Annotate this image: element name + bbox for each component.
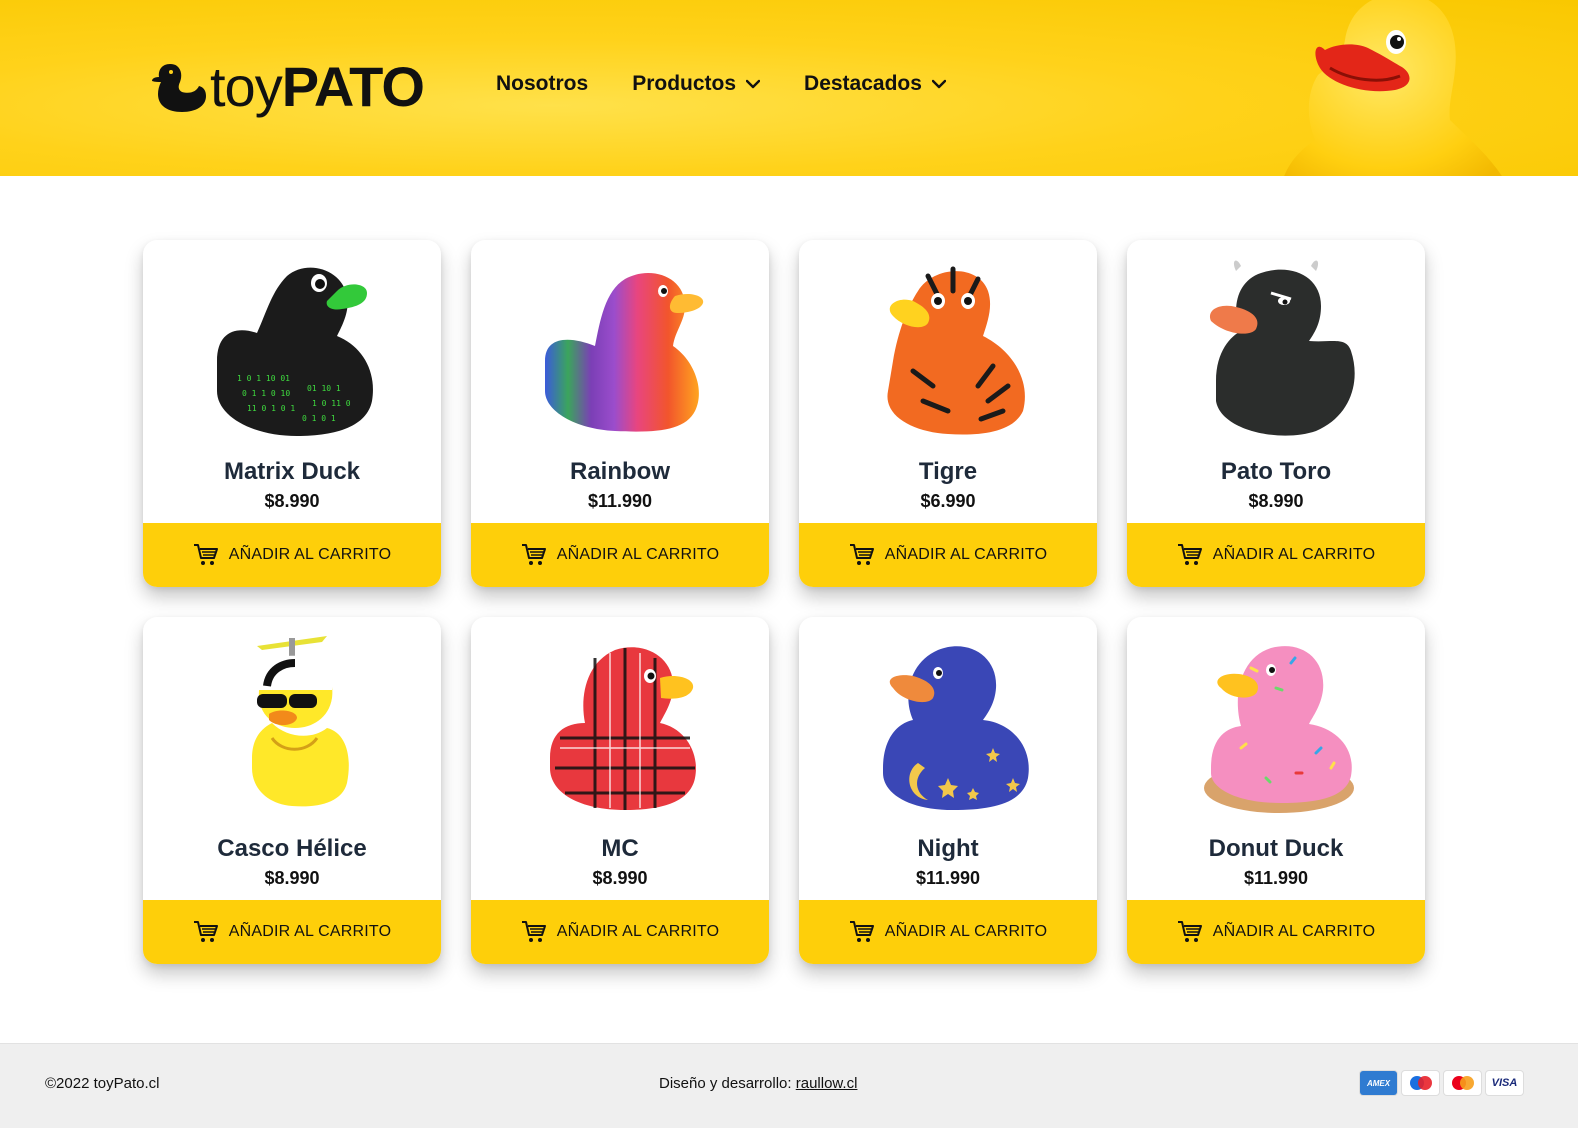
product-name[interactable]: Night bbox=[799, 835, 1097, 863]
add-to-cart-button[interactable]: AÑADIR AL CARRITO bbox=[799, 900, 1097, 964]
tiger-duck-icon bbox=[887, 266, 1025, 435]
product-price: $8.990 bbox=[1248, 491, 1304, 511]
svg-text:0 1 0 1: 0 1 0 1 bbox=[302, 414, 336, 423]
product-price: $11.990 bbox=[915, 868, 981, 888]
add-to-cart-button[interactable]: AÑADIR AL CARRITO bbox=[143, 523, 441, 587]
design-credit: Diseño y desarrollo: raullow.cl bbox=[659, 1075, 857, 1092]
site-footer: ©2022 toyPato.cl Diseño y desarrollo: ra… bbox=[0, 1043, 1578, 1128]
product-price: $6.990 bbox=[920, 491, 976, 511]
design-credit-link[interactable]: raullow.cl bbox=[796, 1075, 858, 1092]
svg-text:1 0 11 0: 1 0 11 0 bbox=[312, 399, 351, 408]
add-to-cart-button[interactable]: AÑADIR AL CARRITO bbox=[143, 900, 441, 964]
nav-item-destacados[interactable]: Destacados bbox=[804, 72, 946, 96]
product-card: Casco Hélice $8.990 AÑADIR AL CARRITO bbox=[143, 617, 441, 964]
product-price: $8.990 bbox=[264, 491, 320, 511]
cart-icon bbox=[193, 921, 218, 942]
hero-duck-image bbox=[1284, 0, 1502, 176]
product-image[interactable]: 1 0 1 10 01 0 1 1 0 10 11 0 1 0 1 01 10 1 … bbox=[143, 246, 441, 446]
visa-label: VISA bbox=[1491, 1077, 1518, 1089]
chevron-down-icon bbox=[746, 79, 761, 89]
main-nav: Nosotros Productos Destacados bbox=[496, 72, 990, 96]
duck-logo-icon bbox=[152, 64, 206, 112]
add-to-cart-button[interactable]: AÑADIR AL CARRITO bbox=[471, 900, 769, 964]
cart-icon bbox=[1177, 544, 1202, 565]
nav-item-label: Destacados bbox=[804, 72, 922, 95]
svg-text:01 10 1: 01 10 1 bbox=[307, 384, 341, 393]
product-card: Donut Duck $11.990 AÑADIR AL CARRITO bbox=[1127, 617, 1425, 964]
product-image[interactable] bbox=[799, 246, 1097, 446]
add-to-cart-label: AÑADIR AL CARRITO bbox=[228, 923, 392, 940]
product-name[interactable]: Donut Duck bbox=[1127, 835, 1425, 863]
product-name[interactable]: Tigre bbox=[799, 458, 1097, 486]
cart-icon bbox=[521, 921, 546, 942]
visa-icon: VISA bbox=[1486, 1071, 1523, 1095]
add-to-cart-label: AÑADIR AL CARRITO bbox=[1212, 923, 1376, 940]
cart-icon bbox=[849, 544, 874, 565]
amex-icon: AMEX bbox=[1360, 1071, 1397, 1095]
product-card: Pato Toro $8.990 AÑADIR AL CARRITO bbox=[1127, 240, 1425, 587]
cart-icon bbox=[1177, 921, 1202, 942]
nav-item-productos[interactable]: Productos bbox=[632, 72, 761, 96]
product-card: MC $8.990 AÑADIR AL CARRITO bbox=[471, 617, 769, 964]
helmet-duck-icon bbox=[252, 636, 349, 807]
product-name[interactable]: Rainbow bbox=[471, 458, 769, 486]
product-image[interactable] bbox=[1127, 246, 1425, 446]
design-credit-prefix: Diseño y desarrollo: bbox=[659, 1075, 796, 1092]
nav-item-nosotros[interactable]: Nosotros bbox=[496, 72, 588, 96]
add-to-cart-button[interactable]: AÑADIR AL CARRITO bbox=[799, 523, 1097, 587]
cart-icon bbox=[849, 921, 874, 942]
add-to-cart-button[interactable]: AÑADIR AL CARRITO bbox=[471, 523, 769, 587]
plaid-duck-icon bbox=[550, 647, 696, 810]
bull-duck-icon bbox=[1210, 260, 1355, 436]
product-grid: 1 0 1 10 01 0 1 1 0 10 11 0 1 0 1 01 10 1 … bbox=[143, 240, 1425, 964]
product-price: $11.990 bbox=[1243, 868, 1309, 888]
add-to-cart-label: AÑADIR AL CARRITO bbox=[884, 923, 1048, 940]
product-image[interactable] bbox=[143, 623, 441, 823]
product-name[interactable]: Matrix Duck bbox=[143, 458, 441, 486]
product-card: Rainbow $11.990 AÑADIR AL CARRITO bbox=[471, 240, 769, 587]
add-to-cart-button[interactable]: AÑADIR AL CARRITO bbox=[1127, 900, 1425, 964]
svg-text:0 1 1 0 10: 0 1 1 0 10 bbox=[242, 389, 290, 398]
product-image[interactable] bbox=[471, 623, 769, 823]
product-name[interactable]: Casco Hélice bbox=[143, 835, 441, 863]
donut-duck-icon bbox=[1204, 646, 1354, 813]
product-name[interactable]: Pato Toro bbox=[1127, 458, 1425, 486]
brand-name-bold: PATO bbox=[281, 55, 425, 118]
add-to-cart-label: AÑADIR AL CARRITO bbox=[556, 546, 720, 563]
svg-text:11 0 1 0 1: 11 0 1 0 1 bbox=[247, 404, 295, 413]
product-image[interactable] bbox=[799, 623, 1097, 823]
brand-logo[interactable]: toyPATO bbox=[152, 54, 425, 120]
product-card: 1 0 1 10 01 0 1 1 0 10 11 0 1 0 1 01 10 1 … bbox=[143, 240, 441, 587]
chevron-down-icon bbox=[931, 79, 946, 89]
maestro-icon bbox=[1402, 1071, 1439, 1095]
mastercard-icon bbox=[1444, 1071, 1481, 1095]
product-image[interactable] bbox=[1127, 623, 1425, 823]
brand-name-thin: toy bbox=[210, 55, 283, 118]
nav-item-label: Productos bbox=[632, 72, 737, 95]
product-card: Night $11.990 AÑADIR AL CARRITO bbox=[799, 617, 1097, 964]
add-to-cart-label: AÑADIR AL CARRITO bbox=[884, 546, 1048, 563]
site-header: toyPATO Nosotros Productos Destacados bbox=[0, 0, 1578, 176]
add-to-cart-button[interactable]: AÑADIR AL CARRITO bbox=[1127, 523, 1425, 587]
copyright-text: ©2022 toyPato.cl bbox=[45, 1075, 160, 1092]
nav-item-label: Nosotros bbox=[496, 72, 589, 95]
product-price: $8.990 bbox=[592, 868, 648, 888]
product-price: $8.990 bbox=[264, 868, 320, 888]
add-to-cart-label: AÑADIR AL CARRITO bbox=[1212, 546, 1376, 563]
rainbow-duck-icon bbox=[545, 272, 704, 432]
add-to-cart-label: AÑADIR AL CARRITO bbox=[228, 546, 392, 563]
payment-methods: AMEX VISA bbox=[1360, 1071, 1528, 1095]
cart-icon bbox=[193, 544, 218, 565]
amex-label: AMEX bbox=[1366, 1078, 1391, 1088]
brand-wordmark: toyPATO bbox=[210, 59, 425, 115]
cart-icon bbox=[521, 544, 546, 565]
add-to-cart-label: AÑADIR AL CARRITO bbox=[556, 923, 720, 940]
product-price: $11.990 bbox=[587, 491, 653, 511]
product-card: Tigre $6.990 AÑADIR AL CARRITO bbox=[799, 240, 1097, 587]
product-name[interactable]: MC bbox=[471, 835, 769, 863]
night-duck-icon bbox=[883, 646, 1029, 810]
svg-text:1 0 1 10 01: 1 0 1 10 01 bbox=[237, 374, 290, 383]
product-image[interactable] bbox=[471, 246, 769, 446]
matrix-duck-icon: 1 0 1 10 010 1 1 0 10 11 0 1 0 101 10 1 … bbox=[217, 267, 373, 436]
